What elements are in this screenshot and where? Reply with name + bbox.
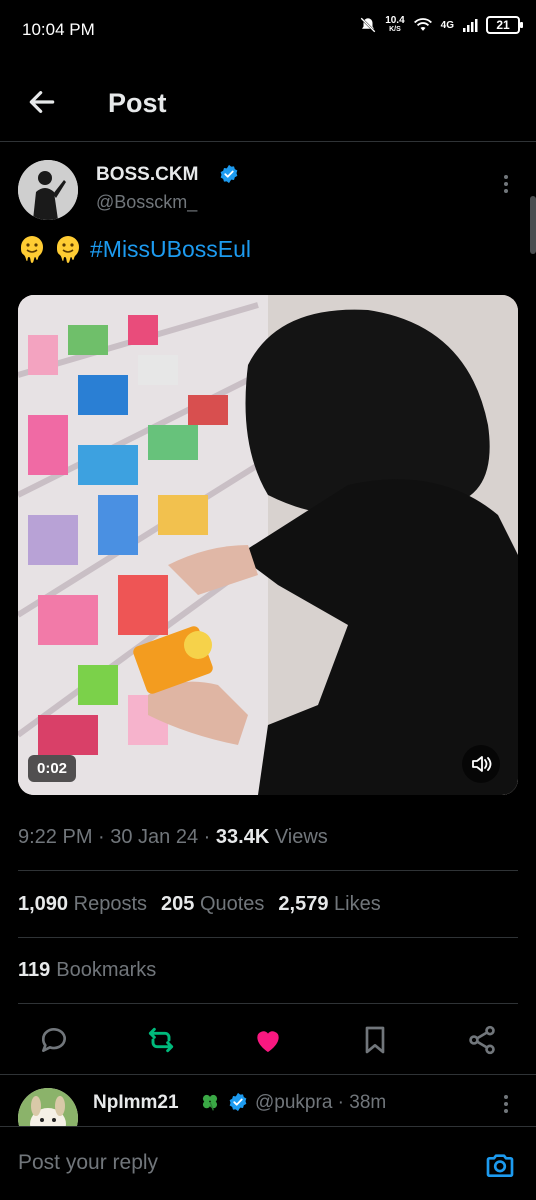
post-timestamp: 9:22 PM · 30 Jan 24 · <box>18 826 216 848</box>
four-leaf-clover-icon <box>202 1094 218 1111</box>
melting-face-emoji-icon <box>21 236 43 263</box>
quotes-stat[interactable]: 205 Quotes <box>161 893 264 916</box>
reply-icon[interactable] <box>38 1024 70 1056</box>
status-time: 10:04 PM <box>22 20 95 39</box>
reply-author-handle[interactable]: @pukpra · 38m <box>255 1092 386 1114</box>
net-speed: 10.4 K/S <box>385 16 404 34</box>
quotes-label: Quotes <box>199 893 265 915</box>
views-count: 33.4K <box>215 826 270 848</box>
likes-count: 2,579 <box>278 893 329 915</box>
reply-author-name[interactable]: NpImm21 <box>93 1092 179 1114</box>
post-text: #MissUBossEul <box>18 234 251 264</box>
bookmarks-label: Bookmarks <box>56 959 157 981</box>
share-icon[interactable] <box>466 1024 498 1056</box>
reply-composer[interactable]: Post your reply <box>0 1126 536 1200</box>
more-options-icon[interactable] <box>498 1092 514 1116</box>
views-label: Views <box>269 826 328 848</box>
melting-face-emoji-icon <box>57 236 79 263</box>
wifi-icon <box>413 18 432 31</box>
status-bar: 10:04 PM 10.4 K/S 4G 21 <box>0 0 536 62</box>
verified-badge-icon <box>229 1092 247 1112</box>
author-handle[interactable]: @Bossckm_ <box>96 192 197 213</box>
action-bar <box>0 1020 536 1060</box>
more-options-icon[interactable] <box>498 172 514 196</box>
scrollbar[interactable] <box>530 196 536 254</box>
net-speed-value: 10.4 <box>385 15 405 26</box>
repost-icon[interactable] <box>145 1024 177 1056</box>
likes-label: Likes <box>334 893 381 915</box>
reposts-count: 1,090 <box>18 893 69 915</box>
mute-icon <box>360 17 376 33</box>
reply-input[interactable]: Post your reply <box>18 1151 158 1175</box>
divider <box>0 1074 536 1075</box>
video-player[interactable]: 0:02 <box>18 295 518 795</box>
author-name[interactable]: BOSS.CKM <box>96 164 198 186</box>
bookmarks-count: 119 <box>18 959 51 981</box>
page-title: Post <box>108 88 167 118</box>
likes-stat[interactable]: 2,579 Likes <box>278 893 380 916</box>
bookmarks-stat[interactable]: 119 Bookmarks <box>18 959 156 982</box>
top-bar: Post <box>0 62 536 142</box>
reposts-stat[interactable]: 1,090 Reposts <box>18 893 147 916</box>
status-icons: 10.4 K/S 4G 21 <box>359 16 523 34</box>
video-duration: 0:02 <box>28 755 77 782</box>
divider <box>18 1003 518 1004</box>
camera-icon[interactable] <box>484 1149 516 1181</box>
post-meta: 9:22 PM · 30 Jan 24 · 33.4K Views <box>18 826 328 849</box>
network-type: 4G <box>440 19 454 31</box>
author-avatar[interactable] <box>18 160 78 220</box>
divider <box>18 937 518 938</box>
divider <box>18 870 518 871</box>
engagement-stats: 1,090 Reposts 205 Quotes 2,579 Likes <box>18 893 381 916</box>
video-frame <box>18 295 518 795</box>
verified-badge-icon <box>220 164 238 184</box>
reposts-label: Reposts <box>73 893 147 915</box>
speaker-icon <box>472 756 492 772</box>
hashtag-link[interactable]: #MissUBossEul <box>90 236 251 263</box>
like-icon[interactable] <box>252 1024 284 1056</box>
volume-button[interactable] <box>462 745 500 783</box>
battery-icon: 21 <box>486 16 523 34</box>
quotes-count: 205 <box>161 893 195 915</box>
bookmark-icon[interactable] <box>359 1024 391 1056</box>
signal-icon <box>463 19 478 32</box>
arrow-left-icon[interactable] <box>26 86 58 118</box>
net-speed-unit: K/S <box>389 26 401 33</box>
